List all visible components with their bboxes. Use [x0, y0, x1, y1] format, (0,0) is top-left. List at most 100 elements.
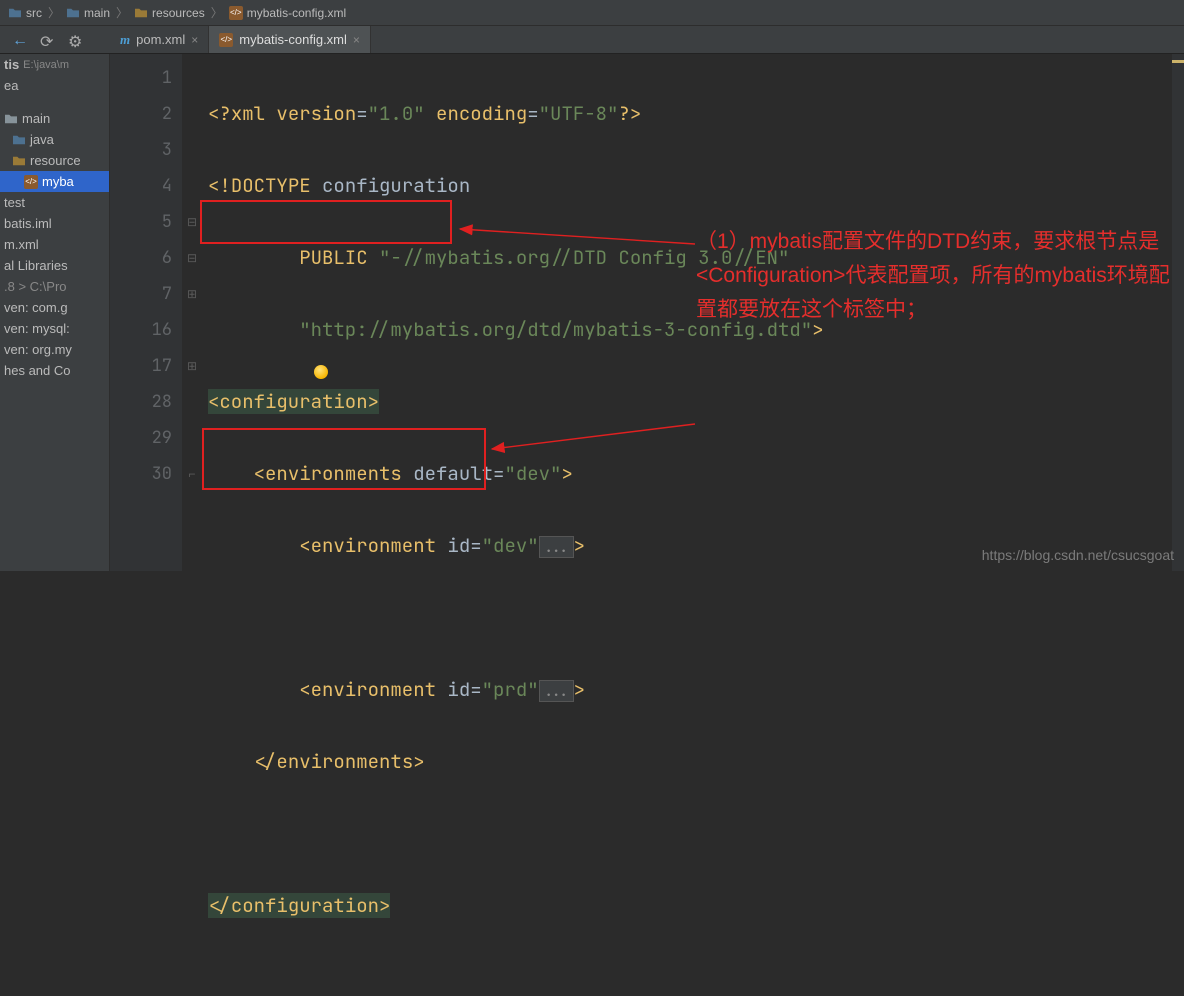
breadcrumb-text: mybatis-config.xml	[247, 6, 346, 20]
code-token: =	[470, 677, 481, 702]
line-number: 16	[110, 312, 172, 348]
fold-end-icon: ⌐	[182, 456, 202, 492]
tree-item[interactable]: ven: mysql:	[0, 318, 109, 339]
code-token: "1.0"	[368, 101, 425, 126]
code-token: environment	[311, 677, 448, 702]
line-number: 17	[110, 348, 172, 384]
code-token: "dev"	[482, 533, 539, 558]
code-token: =	[470, 533, 481, 558]
code-token: id	[447, 533, 470, 558]
fold-column[interactable]: ⊟ ⊟ ⊞ ⊞ ⌐	[182, 54, 202, 571]
tree-item[interactable]: hes and Co	[0, 360, 109, 381]
code-token: >	[413, 749, 424, 774]
tree-item-selected[interactable]: </> myba	[0, 171, 109, 192]
code-token: environment	[311, 533, 448, 558]
toolbar: ← ⟳ ⚙ m pom.xml × </> mybatis-config.xml…	[0, 26, 1184, 54]
code-token: PUBLIC	[299, 245, 379, 270]
close-icon[interactable]: ×	[191, 33, 198, 47]
tab-label: mybatis-config.xml	[239, 32, 347, 47]
xml-file-icon: </>	[219, 33, 233, 47]
lightbulb-icon[interactable]	[314, 365, 328, 379]
code-token: "dev"	[504, 461, 561, 486]
line-number: 7	[110, 276, 172, 312]
breadcrumb-text: resources	[152, 6, 205, 20]
tree-item[interactable]: ven: org.my	[0, 339, 109, 360]
code-token: configuration	[231, 893, 379, 918]
tree-root-path: E:\java\m	[23, 59, 69, 71]
folder-icon	[4, 113, 18, 125]
line-number: 3	[110, 132, 172, 168]
line-number: 1	[110, 60, 172, 96]
fold-placeholder[interactable]: ...	[539, 680, 574, 702]
tree-root[interactable]: tis E:\java\m	[0, 54, 109, 75]
code-token: </	[208, 893, 231, 918]
code-token: "prd"	[482, 677, 539, 702]
folder-icon	[12, 155, 26, 167]
code-token: configuration	[219, 389, 367, 414]
tree-root-name: tis	[4, 57, 19, 72]
code-token: <!	[208, 173, 231, 198]
fold-toggle-icon[interactable]: ⊞	[182, 276, 202, 312]
code-token: </	[254, 749, 277, 774]
tab-mybatis-config[interactable]: </> mybatis-config.xml ×	[209, 26, 371, 53]
editor-tabs: m pom.xml × </> mybatis-config.xml ×	[110, 26, 371, 53]
breadcrumb-text: main	[84, 6, 110, 20]
line-number: 5	[110, 204, 172, 240]
back-icon[interactable]: ←	[12, 32, 28, 48]
tree-item[interactable]: al Libraries	[0, 255, 109, 276]
tree-item[interactable]: ven: com.g	[0, 297, 109, 318]
tab-label: pom.xml	[136, 32, 185, 47]
watermark: https://blog.csdn.net/csucsgoat	[982, 547, 1174, 563]
code-token: >	[561, 461, 572, 486]
code-token: default	[413, 461, 493, 486]
line-number: 28	[110, 384, 172, 420]
code-token: environments	[265, 461, 413, 486]
code-token: <	[208, 389, 219, 414]
maven-icon: m	[120, 32, 130, 48]
tree-label: resource	[30, 153, 81, 168]
code-token: <	[254, 461, 265, 486]
tree-item[interactable]: test	[0, 192, 109, 213]
folder-icon	[66, 7, 80, 19]
tab-pom[interactable]: m pom.xml ×	[110, 26, 209, 53]
tree-item[interactable]: java	[0, 129, 109, 150]
scroll-marker	[1172, 60, 1184, 63]
code-token: DOCTYPE	[231, 173, 322, 198]
breadcrumb-item[interactable]: src	[6, 6, 44, 20]
code-token: encoding	[425, 101, 528, 126]
gear-icon[interactable]: ⚙	[68, 32, 84, 48]
code-token: environments	[276, 749, 413, 774]
code-token: >	[574, 677, 585, 702]
project-sidebar[interactable]: tis E:\java\m ea main java resource </> …	[0, 54, 110, 571]
code-token: <?	[208, 101, 231, 126]
chevron-right-icon: 〉	[44, 4, 64, 21]
tree-item[interactable]: main	[0, 108, 109, 129]
refresh-icon[interactable]: ⟳	[40, 32, 56, 48]
tree-item[interactable]: batis.iml	[0, 213, 109, 234]
tree-item[interactable]: .8 > C:\Pro	[0, 276, 109, 297]
tree-item[interactable]: resource	[0, 150, 109, 171]
fold-toggle-icon[interactable]: ⊟	[182, 204, 202, 240]
code-token: >	[574, 533, 585, 558]
code-token: =	[527, 101, 538, 126]
chevron-right-icon: 〉	[207, 4, 227, 21]
code-token: =	[493, 461, 504, 486]
line-number: 29	[110, 420, 172, 456]
fold-toggle-icon[interactable]: ⊟	[182, 240, 202, 276]
folder-icon	[134, 7, 148, 19]
close-icon[interactable]: ×	[353, 33, 360, 47]
code-token: >	[368, 389, 379, 414]
chevron-right-icon: 〉	[112, 4, 132, 21]
code-token: <	[299, 677, 310, 702]
tree-item[interactable]: ea	[0, 75, 109, 96]
tree-label: java	[30, 132, 54, 147]
folder-icon	[8, 7, 22, 19]
tree-item[interactable]: m.xml	[0, 234, 109, 255]
breadcrumb-item[interactable]: main	[64, 6, 112, 20]
xml-file-icon: </>	[24, 175, 38, 189]
breadcrumb-item[interactable]: resources	[132, 6, 207, 20]
fold-placeholder[interactable]: ...	[539, 536, 574, 558]
fold-toggle-icon[interactable]: ⊞	[182, 348, 202, 384]
breadcrumb-item[interactable]: </> mybatis-config.xml	[227, 6, 348, 20]
line-number: 4	[110, 168, 172, 204]
